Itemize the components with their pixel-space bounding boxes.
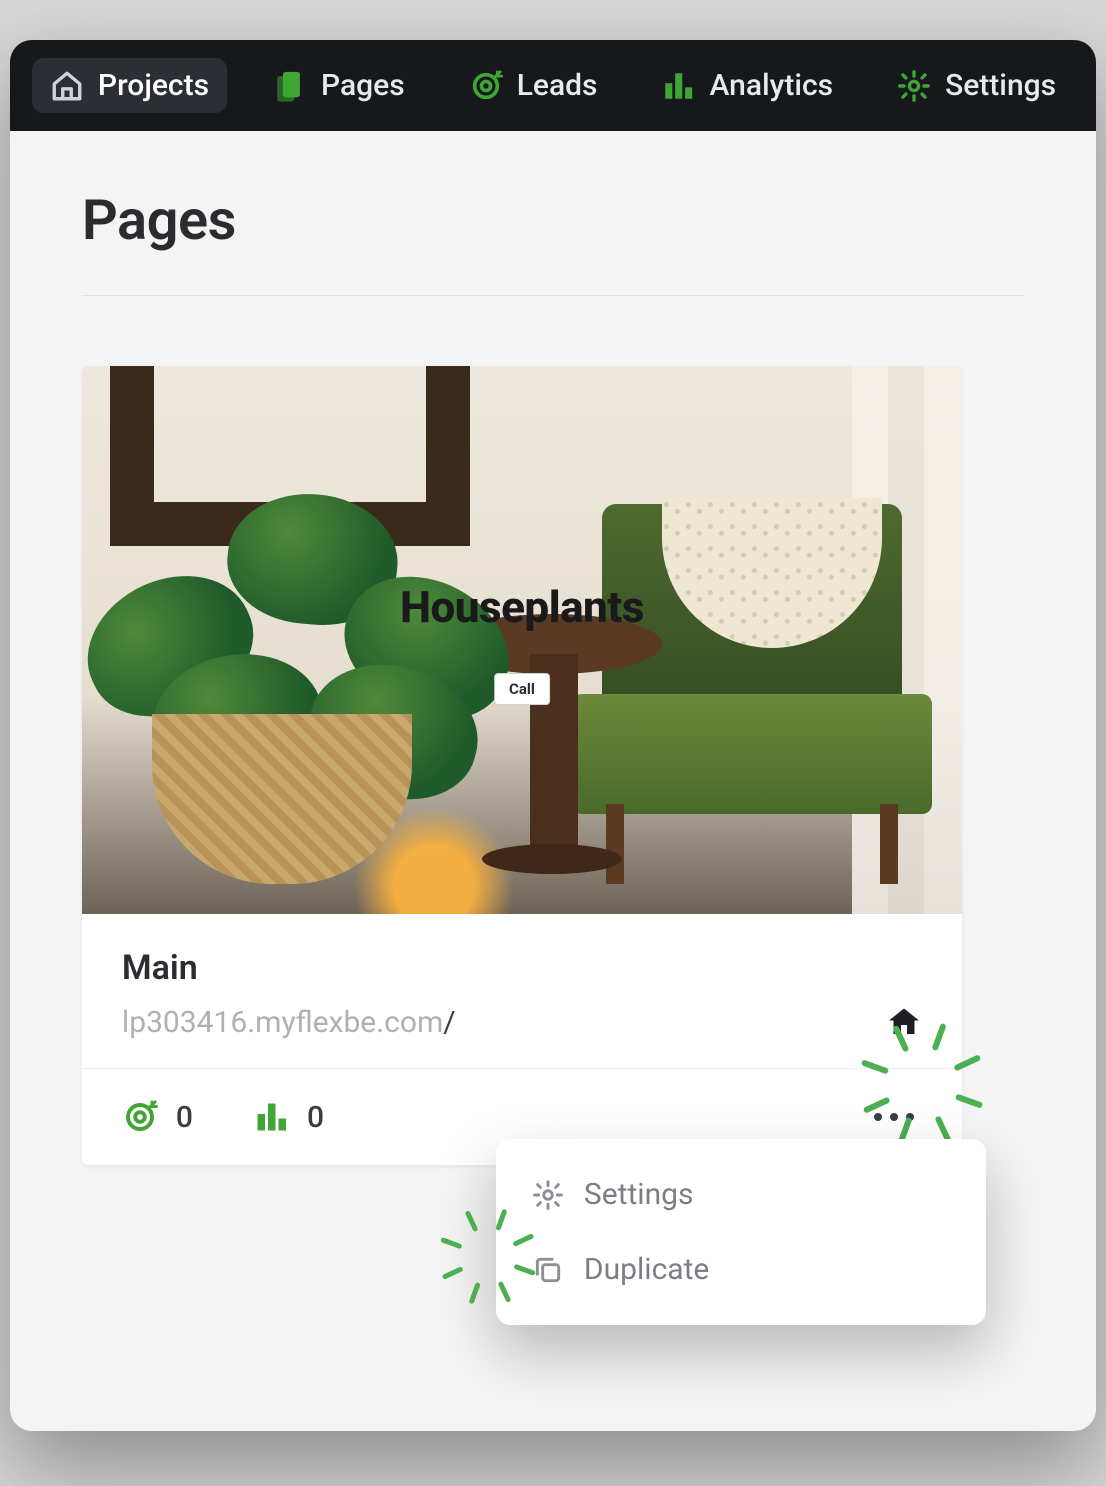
nav-pages[interactable]: Pages bbox=[255, 58, 423, 113]
home-filled-icon bbox=[886, 1004, 922, 1040]
top-nav: Projects Pages Leads Analytics bbox=[10, 40, 1096, 131]
card-footer: 0 0 bbox=[82, 1068, 962, 1165]
url-path: / bbox=[443, 1005, 455, 1040]
menu-label: Duplicate bbox=[584, 1252, 709, 1287]
nav-label: Leads bbox=[517, 68, 598, 103]
gear-icon bbox=[897, 69, 931, 103]
nav-label: Settings bbox=[945, 68, 1056, 103]
thumbnail-title: Houseplants bbox=[400, 581, 644, 633]
set-home-button[interactable] bbox=[886, 1004, 922, 1040]
page-url[interactable]: lp303416.myflexbe.com/ bbox=[122, 1005, 456, 1040]
url-host: lp303416.myflexbe.com bbox=[122, 1005, 443, 1040]
stat-value: 0 bbox=[176, 1100, 193, 1135]
pages-icon bbox=[273, 69, 307, 103]
dots-icon bbox=[874, 1113, 914, 1121]
app-window: Projects Pages Leads Analytics bbox=[10, 40, 1096, 1431]
page-title: Pages bbox=[82, 187, 1024, 253]
stat-value: 0 bbox=[307, 1100, 324, 1135]
menu-label: Settings bbox=[584, 1177, 694, 1212]
divider bbox=[82, 295, 1024, 296]
nav-projects[interactable]: Projects bbox=[32, 58, 227, 113]
menu-item-duplicate[interactable]: Duplicate bbox=[496, 1232, 986, 1307]
page-name: Main bbox=[122, 948, 922, 988]
nav-label: Pages bbox=[321, 68, 405, 103]
context-menu: Settings Duplicate bbox=[496, 1139, 986, 1325]
nav-analytics[interactable]: Analytics bbox=[643, 58, 851, 113]
stat-analytics[interactable]: 0 bbox=[253, 1099, 324, 1135]
nav-label: Analytics bbox=[709, 68, 833, 103]
thumbnail-cta-button: Call bbox=[494, 673, 550, 705]
card-body: Main lp303416.myflexbe.com/ bbox=[82, 914, 962, 1068]
page-content: Pages bbox=[10, 131, 1096, 1431]
nav-settings[interactable]: Settings bbox=[879, 58, 1074, 113]
bars-icon bbox=[253, 1099, 289, 1135]
nav-label: Projects bbox=[98, 68, 209, 103]
target-icon bbox=[122, 1099, 158, 1135]
page-card[interactable]: Houseplants Call Main lp303416.myflexbe.… bbox=[82, 366, 962, 1165]
home-icon bbox=[50, 69, 84, 103]
bars-icon bbox=[661, 69, 695, 103]
nav-leads[interactable]: Leads bbox=[451, 58, 616, 113]
menu-item-settings[interactable]: Settings bbox=[496, 1157, 986, 1232]
gear-icon bbox=[532, 1179, 564, 1211]
stat-leads[interactable]: 0 bbox=[122, 1099, 193, 1135]
more-menu-button[interactable] bbox=[866, 1097, 922, 1137]
target-icon bbox=[469, 69, 503, 103]
page-thumbnail[interactable]: Houseplants Call bbox=[82, 366, 962, 914]
duplicate-icon bbox=[532, 1254, 564, 1286]
